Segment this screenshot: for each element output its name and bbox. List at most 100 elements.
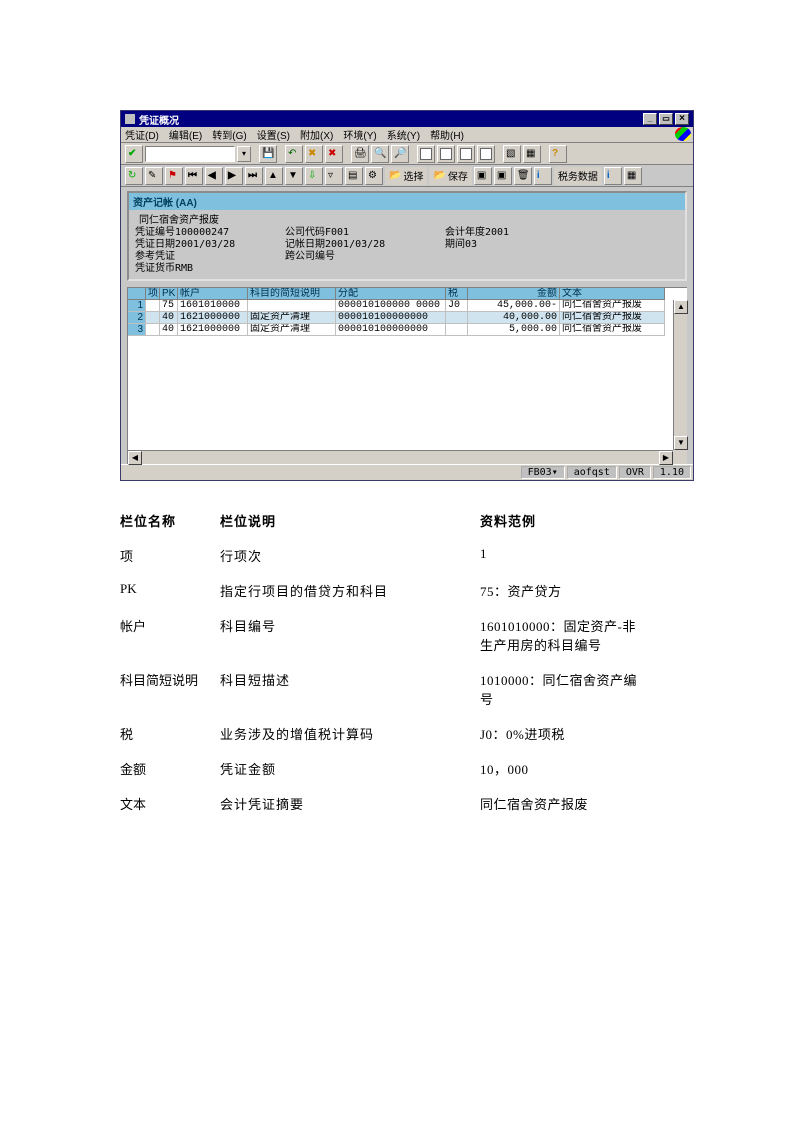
info-icon: i bbox=[537, 170, 549, 182]
horizontal-scrollbar[interactable]: ◀ ▶ bbox=[128, 450, 687, 464]
menu-help[interactable]: 帮助(H) bbox=[430, 127, 464, 142]
tool-pencil-button[interactable]: ✎ bbox=[145, 167, 163, 185]
table-row[interactable]: 2 40 1621000000 固定资产清理 000010100000000 4… bbox=[128, 312, 687, 324]
refresh-button[interactable]: ↻ bbox=[125, 167, 143, 185]
menu-document[interactable]: 凭证(D) bbox=[125, 127, 159, 142]
cancel-button[interactable]: ✖ bbox=[325, 145, 343, 163]
val-company: F001 bbox=[325, 227, 349, 238]
save-layout-button[interactable]: 📂 保存 bbox=[429, 167, 471, 185]
sort-desc-button[interactable]: ▼ bbox=[285, 167, 303, 185]
rownum: 1 bbox=[128, 300, 146, 312]
nav-next-button[interactable]: ▶ bbox=[225, 167, 243, 185]
close-button[interactable] bbox=[675, 113, 689, 125]
back-button[interactable]: ↶ bbox=[285, 145, 303, 163]
tool-a-button[interactable]: ▣ bbox=[474, 167, 492, 185]
first-page-button[interactable] bbox=[417, 145, 435, 163]
desc-head-example: 资料范例 bbox=[480, 511, 640, 530]
minimize-button[interactable]: _ bbox=[643, 113, 657, 125]
gear-icon: ⚙ bbox=[368, 170, 380, 182]
status-version: 1.10 bbox=[653, 466, 691, 479]
nav-prev-button[interactable]: ◀ bbox=[205, 167, 223, 185]
scroll-right-button[interactable]: ▶ bbox=[659, 451, 673, 465]
folder-icon: 📂 bbox=[389, 170, 401, 181]
print-icon: 🖨 bbox=[354, 148, 366, 160]
newsession-icon: ▧ bbox=[506, 148, 518, 160]
col-text[interactable]: 文本 bbox=[560, 288, 665, 300]
menu-system[interactable]: 系统(Y) bbox=[387, 127, 420, 142]
exit-button[interactable]: ✖ bbox=[305, 145, 323, 163]
cell-pk: 75 bbox=[160, 300, 178, 312]
table-row[interactable]: 1 75 1601010000 000010100000 0000 J0 45,… bbox=[128, 300, 687, 312]
save-button[interactable]: 💾 bbox=[259, 145, 277, 163]
next-page-button[interactable] bbox=[457, 145, 475, 163]
menu-environment[interactable]: 环境(Y) bbox=[343, 127, 376, 142]
status-mode: OVR bbox=[619, 466, 651, 479]
filter-icon: ▿ bbox=[328, 170, 340, 182]
scroll-down-button[interactable]: ▼ bbox=[674, 436, 688, 450]
col-tax[interactable]: 税 bbox=[446, 288, 468, 300]
table-row[interactable]: 3 40 1621000000 固定资产清理 000010100000000 5… bbox=[128, 324, 687, 336]
docpage-icon: ▣ bbox=[477, 170, 489, 182]
settings-button[interactable]: ⚙ bbox=[365, 167, 383, 185]
cell-pk: 40 bbox=[160, 312, 178, 324]
command-input[interactable] bbox=[145, 146, 235, 162]
help-button[interactable]: ? bbox=[549, 145, 567, 163]
tax-data-label: 税务数据 bbox=[558, 168, 598, 183]
col-pk[interactable]: PK bbox=[160, 288, 178, 300]
tax-data-button[interactable]: 税务数据 bbox=[554, 167, 602, 185]
print-button[interactable]: 🖨 bbox=[351, 145, 369, 163]
find-button[interactable]: 🔍 bbox=[371, 145, 389, 163]
lbl-docdate: 凭证日期 bbox=[135, 239, 175, 250]
tool-b-button[interactable]: ▣ bbox=[494, 167, 512, 185]
enter-button[interactable]: ✔ bbox=[125, 145, 143, 163]
extra-button[interactable]: ▦ bbox=[624, 167, 642, 185]
maximize-button[interactable]: ▭ bbox=[659, 113, 673, 125]
desc-row: 税 业务涉及的增值税计算码 J0：0%进项税 bbox=[120, 716, 694, 751]
docpage2-icon: ▣ bbox=[497, 170, 509, 182]
col-alloc[interactable]: 分配 bbox=[336, 288, 446, 300]
export-button[interactable]: ⇩ bbox=[305, 167, 323, 185]
col-item[interactable]: 项 bbox=[146, 288, 160, 300]
cell-acct: 1601010000 bbox=[178, 300, 248, 312]
col-account[interactable]: 帐户 bbox=[178, 288, 248, 300]
nav-first-button[interactable]: ⏮ bbox=[185, 167, 203, 185]
info-button[interactable]: i bbox=[534, 167, 552, 185]
header-row-1: 凭证编号100000247 公司代码F001 会计年度2001 bbox=[135, 227, 679, 239]
lbl-fyear: 会计年度 bbox=[445, 227, 485, 238]
cancel-icon: ✖ bbox=[328, 148, 340, 160]
cell-acct: 1621000000 bbox=[178, 324, 248, 336]
cell-desc bbox=[248, 300, 336, 312]
last-page-button[interactable] bbox=[477, 145, 495, 163]
menu-goto[interactable]: 转到(G) bbox=[212, 127, 246, 142]
tool-trash-button[interactable]: 🗑 bbox=[514, 167, 532, 185]
prev-page-button[interactable] bbox=[437, 145, 455, 163]
command-dropdown[interactable]: ▾ bbox=[237, 146, 251, 162]
find-next-button[interactable]: 🔎 bbox=[391, 145, 409, 163]
nextpage-icon bbox=[460, 148, 472, 160]
status-tcode: FB03▾ bbox=[521, 466, 565, 479]
scroll-left-button[interactable]: ◀ bbox=[128, 451, 142, 465]
info2-icon: i bbox=[607, 170, 619, 182]
nav-last-button[interactable]: ⏭ bbox=[245, 167, 263, 185]
new-session-button[interactable]: ▧ bbox=[503, 145, 521, 163]
select-button[interactable]: 📂 选择 bbox=[385, 167, 427, 185]
val-docno: 100000247 bbox=[175, 227, 229, 238]
menu-extras[interactable]: 附加(X) bbox=[300, 127, 333, 142]
col-desc[interactable]: 科目的简短说明 bbox=[248, 288, 336, 300]
lbl-company: 公司代码 bbox=[285, 227, 325, 238]
tool-flag-button[interactable]: ⚑ bbox=[165, 167, 183, 185]
lbl-period: 期间 bbox=[445, 239, 465, 250]
shortcut-button[interactable]: ▦ bbox=[523, 145, 541, 163]
vertical-scrollbar[interactable]: ▲ ▼ bbox=[673, 300, 687, 450]
menu-edit[interactable]: 编辑(E) bbox=[169, 127, 202, 142]
filter-button[interactable]: ▿ bbox=[325, 167, 343, 185]
lastpage-icon bbox=[480, 148, 492, 160]
col-amount[interactable]: 金额 bbox=[468, 288, 560, 300]
standard-toolbar: ✔ ▾ 💾 ↶ ✖ ✖ 🖨 🔍 🔎 ▧ ▦ ? bbox=[121, 143, 693, 165]
info2-button[interactable]: i bbox=[604, 167, 622, 185]
sort-asc-button[interactable]: ▲ bbox=[265, 167, 283, 185]
menu-settings[interactable]: 设置(S) bbox=[257, 127, 290, 142]
layout-button[interactable]: ▤ bbox=[345, 167, 363, 185]
nav-last-icon: ⏭ bbox=[248, 170, 260, 182]
cell-pk: 40 bbox=[160, 324, 178, 336]
